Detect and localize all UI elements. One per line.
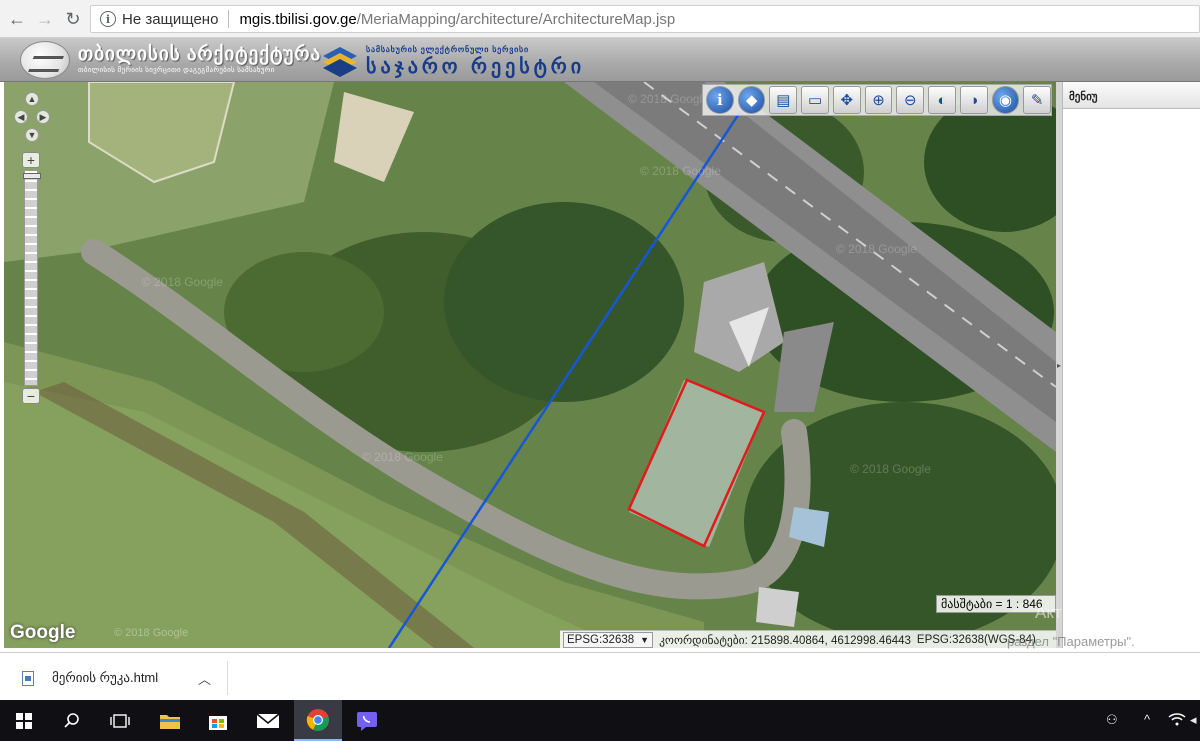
reload-icon[interactable]: ↻ <box>62 8 84 30</box>
clear-tool-icon[interactable]: ✎ <box>1023 86 1052 114</box>
watermark: © 2018 Google <box>850 462 931 476</box>
people-icon[interactable]: ⚇ <box>1106 712 1118 728</box>
store-icon[interactable] <box>194 700 242 741</box>
menu-title[interactable]: მენიუ <box>1063 82 1200 109</box>
epsg-select[interactable]: EPSG:32638 ▼ <box>563 631 654 648</box>
zoom-next-tool-icon[interactable]: ◑ <box>959 86 988 114</box>
windows-activation-notice: Акти раздел "Параметры". <box>1007 603 1135 652</box>
wifi-icon[interactable] <box>1168 712 1186 729</box>
info-icon[interactable]: i <box>100 11 116 27</box>
pan-tool-icon[interactable]: ✥ <box>832 86 861 114</box>
epsg-select-value: EPSG:32638 <box>567 633 635 646</box>
measure-length-tool-icon[interactable]: ▭ <box>801 86 829 114</box>
address-bar[interactable]: i Не защищено mgis.tbilisi.gov.ge/MeriaM… <box>90 5 1200 33</box>
map-canvas[interactable]: © 2018 Google © 2018 Google © 2018 Googl… <box>4 82 1056 648</box>
google-logo: Google <box>10 622 76 643</box>
site-header: თბილისის არქიტექტურა თბილისის მერიის სივ… <box>0 38 1200 82</box>
map-copyright: © 2018 Google <box>114 627 189 639</box>
back-arrow-icon[interactable]: ← <box>6 8 28 30</box>
download-item[interactable]: მერიის რუკა.html ︿ <box>14 661 228 695</box>
chevron-up-icon[interactable]: ︿ <box>198 669 211 688</box>
url-path[interactable]: /MeriaMapping/architecture/ArchitectureM… <box>357 11 675 28</box>
coordinate-status-bar: EPSG:32638 ▼ კოორდინატები: 215898.40864,… <box>560 630 1056 648</box>
zoom-track[interactable] <box>23 170 41 386</box>
watermark: © 2018 Google <box>836 242 917 256</box>
file-explorer-icon[interactable] <box>146 700 194 741</box>
volume-icon[interactable]: ◂ <box>1190 712 1197 728</box>
registry-logo-icon <box>323 47 357 77</box>
forward-arrow-icon[interactable]: → <box>34 8 56 30</box>
watermark: © 2018 Google <box>628 92 709 106</box>
chevron-up-icon[interactable]: ^ <box>1144 712 1150 727</box>
security-label[interactable]: Не защищено <box>122 11 218 28</box>
html-file-icon <box>22 670 34 686</box>
selected-parcel-outline[interactable] <box>4 82 1056 648</box>
registry-title: საჯარო რეესტრი <box>366 56 586 78</box>
download-shelf: მერიის რუკა.html ︿ <box>0 652 1200 700</box>
windows-start-icon[interactable] <box>0 700 48 741</box>
measure-area-tool-icon[interactable]: ▤ <box>769 86 798 114</box>
full-extent-tool-icon[interactable]: ◉ <box>991 86 1020 114</box>
info-tool-icon[interactable]: i <box>706 86 734 114</box>
download-file-name: მერიის რუკა.html <box>52 670 159 685</box>
zoom-in-button[interactable]: + <box>22 152 40 168</box>
watermark: © 2018 Google <box>362 450 443 464</box>
watermark: © 2018 Google <box>142 275 223 289</box>
search-icon[interactable] <box>48 700 96 741</box>
menu-panel: მენიუ <box>1062 82 1200 648</box>
coordinates-readout: კოორდინატები: 215898.40864, 4612998.4644… <box>659 634 911 647</box>
pan-control: ▲ ◀ ▶ ▼ <box>14 92 50 144</box>
mail-icon[interactable] <box>244 700 292 741</box>
brand-title: თბილისის არქიტექტურა <box>78 44 322 65</box>
zoom-thumb[interactable] <box>23 173 41 179</box>
zoom-out-tool-icon[interactable]: ⊖ <box>896 86 925 114</box>
viber-icon[interactable] <box>343 700 391 741</box>
map-toolbar: i ◆ ▤ ▭ ✥ ⊕ ⊖ ◐ ◑ ◉ ✎ <box>702 84 1052 116</box>
brand-subtitle: თბილისის მერიის სივრცითი დაგეგმარების სა… <box>78 67 275 74</box>
zoom-slider: + − <box>22 152 41 404</box>
pan-down-button[interactable]: ▼ <box>25 128 39 142</box>
omnibox-divider <box>228 10 230 28</box>
watermark: © 2018 Google <box>640 164 721 178</box>
pan-right-button[interactable]: ▶ <box>36 110 50 124</box>
zoom-previous-tool-icon[interactable]: ◐ <box>928 86 956 114</box>
pan-left-button[interactable]: ◀ <box>14 110 28 124</box>
browser-toolbar: ← → ↻ i Не защищено mgis.tbilisi.gov.ge /… <box>0 0 1200 38</box>
architecture-logo-icon[interactable] <box>20 41 70 79</box>
chevron-down-icon: ▼ <box>640 634 650 645</box>
identify-tool-icon[interactable]: ◆ <box>737 86 766 114</box>
registry-subtitle: სამსახურის ელექტრონული სერვისი <box>366 45 529 54</box>
activation-text: раздел "Параметры". <box>1007 634 1135 649</box>
zoom-out-button[interactable]: − <box>22 388 40 404</box>
task-view-icon[interactable] <box>96 700 144 741</box>
chrome-icon[interactable] <box>294 700 342 741</box>
windows-taskbar: ⚇ ^ ◂ <box>0 700 1200 741</box>
url-host[interactable]: mgis.tbilisi.gov.ge <box>239 11 356 28</box>
zoom-in-tool-icon[interactable]: ⊕ <box>864 86 893 114</box>
activation-heading: Акти <box>1035 603 1072 622</box>
pan-up-button[interactable]: ▲ <box>25 92 39 106</box>
